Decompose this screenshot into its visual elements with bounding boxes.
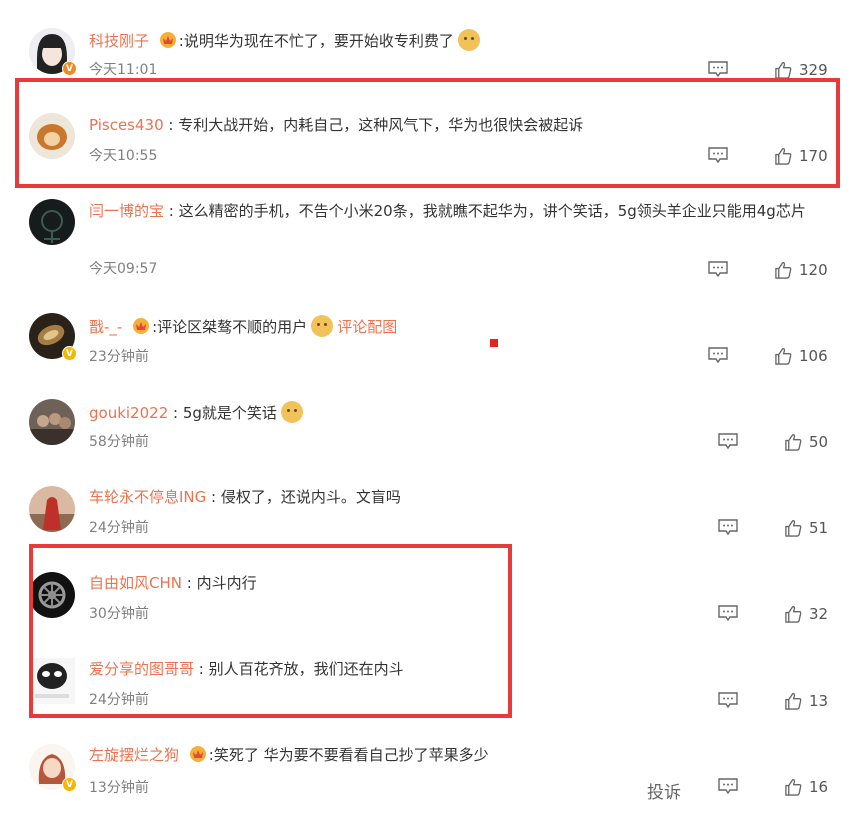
like-button[interactable]: 106 (774, 345, 828, 367)
reply-icon[interactable] (708, 61, 728, 78)
highlight-box (29, 544, 512, 718)
thumbs-up-icon (785, 605, 802, 623)
username[interactable]: 闫一博的宝 (89, 202, 164, 220)
avatar[interactable]: V (29, 28, 77, 76)
comment-text: 这么精密的手机，不告个小米20条，我就瞧不起华为，讲个笑话，5g领头羊企业只能用… (178, 202, 806, 220)
verified-badge-icon: V (62, 777, 77, 792)
red-marker (490, 339, 498, 347)
avatar[interactable]: V (29, 313, 77, 361)
avatar[interactable] (29, 399, 75, 445)
like-button[interactable]: 13 (784, 690, 828, 712)
thumbs-up-icon (785, 692, 802, 710)
like-count: 50 (809, 433, 829, 451)
username[interactable]: 车轮永不停息ING (89, 488, 206, 506)
username[interactable]: 戬-_- (89, 318, 122, 336)
thumbs-up-icon (785, 519, 802, 537)
thumbs-up-icon (775, 61, 792, 79)
comment-time: 13分钟前 (89, 780, 149, 796)
like-count: 32 (809, 605, 829, 623)
comment-time: 今天11:01 (89, 62, 158, 78)
reply-icon[interactable] (708, 261, 728, 278)
like-button[interactable]: 51 (784, 517, 828, 539)
comment-image-link[interactable]: 评论配图 (337, 318, 397, 336)
comment-text: 说明华为现在不忙了，要开始收专利费了 (183, 32, 454, 50)
doge-emoji-icon (280, 401, 303, 423)
like-count: 120 (799, 261, 828, 279)
reply-icon[interactable] (718, 692, 738, 709)
reply-icon[interactable] (718, 605, 738, 622)
comment-time: 58分钟前 (89, 434, 149, 450)
comment-text: 评论区桀骜不顺的用户 (157, 318, 308, 336)
thumbs-up-icon (775, 261, 792, 279)
verified-badge-icon: V (62, 61, 77, 76)
vip-crown-icon (189, 746, 206, 762)
doge-emoji-icon (457, 29, 480, 51)
comment-text: 笑死了 华为要不要看看自己抄了苹果多少 (213, 746, 489, 764)
comment-time: 今天09:57 (89, 261, 158, 277)
reply-icon[interactable] (718, 519, 738, 536)
like-count: 51 (809, 519, 829, 537)
like-count: 106 (799, 347, 828, 365)
like-count: 329 (799, 61, 828, 79)
like-button[interactable]: 16 (784, 776, 828, 798)
thumbs-up-icon (785, 778, 802, 796)
vip-crown-icon (133, 318, 150, 334)
avatar[interactable] (29, 486, 75, 532)
comment-time: 23分钟前 (89, 349, 149, 365)
like-count: 16 (809, 778, 829, 796)
like-button[interactable]: 50 (784, 431, 828, 453)
avatar[interactable]: V (29, 744, 77, 792)
highlight-box (15, 78, 840, 188)
like-button[interactable]: 32 (784, 603, 828, 625)
username[interactable]: 左旋摆烂之狗 (89, 746, 179, 764)
comment-text: 5g就是个笑话 (182, 404, 277, 422)
reply-icon[interactable] (718, 778, 738, 795)
thumbs-up-icon (775, 347, 792, 365)
like-button[interactable]: 120 (774, 259, 828, 281)
reply-icon[interactable] (718, 433, 738, 450)
smile-emoji-icon (311, 315, 334, 337)
username[interactable]: 科技刚子 (89, 32, 149, 50)
reply-icon[interactable] (708, 347, 728, 364)
like-count: 13 (809, 692, 829, 710)
avatar[interactable] (29, 199, 75, 245)
username[interactable]: gouki2022 (89, 404, 168, 422)
verified-badge-icon: V (62, 346, 77, 361)
thumbs-up-icon (785, 433, 802, 451)
comment-time: 24分钟前 (89, 520, 149, 536)
vip-crown-icon (159, 32, 176, 48)
report-link[interactable]: 投诉 (647, 778, 681, 803)
comment-text: 侵权了，还说内斗。文盲吗 (220, 488, 401, 506)
